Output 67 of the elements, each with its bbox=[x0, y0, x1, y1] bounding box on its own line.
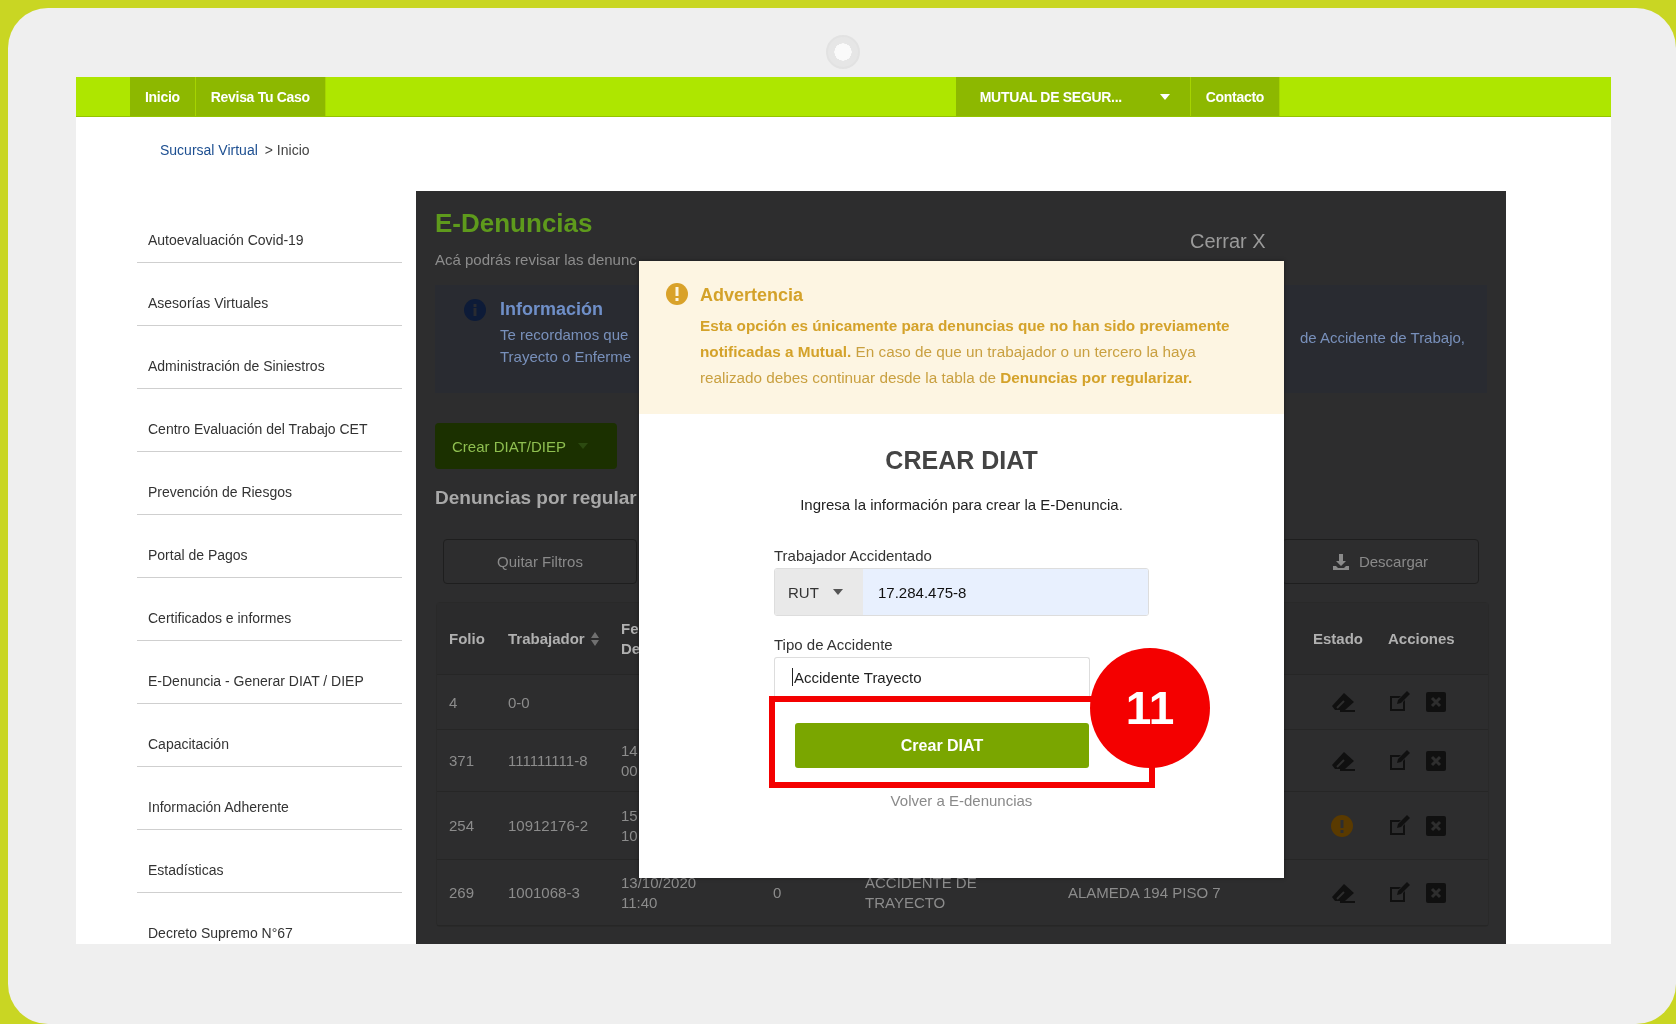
create-dropdown-button[interactable]: Crear DIAT/DIEP bbox=[435, 423, 617, 469]
sidebar-link[interactable]: Prevención de Riesgos bbox=[148, 484, 292, 500]
page-title: E-Denuncias bbox=[435, 207, 594, 239]
sidebar-link[interactable]: Portal de Pagos bbox=[148, 547, 248, 563]
edit-icon[interactable] bbox=[1388, 691, 1412, 713]
info-text: Te recordamos que bbox=[500, 325, 630, 345]
column-header: Trabajador bbox=[508, 628, 585, 649]
sidebar-link[interactable]: E-Denuncia - Generar DIAT / DIEP bbox=[148, 673, 364, 689]
delete-icon[interactable] bbox=[1426, 750, 1446, 771]
info-icon bbox=[464, 299, 486, 321]
table-cell: 254 bbox=[449, 817, 475, 834]
table-cell: 14 00 bbox=[621, 740, 638, 781]
sidebar-link[interactable]: Centro Evaluación del Trabajo CET bbox=[148, 421, 368, 437]
page-description: Acá podrás revisar las denunc bbox=[435, 251, 638, 270]
sidebar-link[interactable]: Información Adherente bbox=[148, 799, 289, 815]
breadcrumb-link[interactable]: Sucursal Virtual bbox=[160, 142, 258, 158]
field-label: Trabajador Accidentado bbox=[774, 547, 933, 564]
warning-title: Advertencia bbox=[700, 284, 805, 307]
sidebar-link[interactable]: Asesorías Virtuales bbox=[148, 295, 269, 311]
sidebar-link[interactable]: Estadísticas bbox=[148, 862, 224, 878]
column-header: Estado bbox=[1313, 628, 1363, 649]
breadcrumb-current: > Inicio bbox=[264, 142, 310, 158]
sidebar-link[interactable]: Administración de Siniestros bbox=[148, 358, 325, 374]
sidebar-link[interactable]: Autoevaluación Covid-19 bbox=[148, 232, 304, 248]
back-link[interactable]: Volver a E-denuncias bbox=[890, 792, 1033, 809]
table-cell: 4 bbox=[449, 693, 458, 711]
info-text: de Accidente de Trabajo, bbox=[1299, 329, 1465, 348]
table-cell: 0-0 bbox=[508, 693, 530, 711]
sidebar-link[interactable]: Capacitación bbox=[148, 736, 229, 752]
sidebar-link[interactable]: Decreto Supremo N°67 bbox=[148, 925, 293, 941]
table-cell: 371 bbox=[449, 752, 475, 769]
warning-icon bbox=[666, 283, 688, 305]
info-text: Trayecto o Enferme bbox=[500, 347, 632, 367]
edit-icon[interactable] bbox=[1388, 814, 1412, 837]
column-header: Acciones bbox=[1388, 628, 1455, 649]
field-label: Tipo de Accidente bbox=[774, 636, 894, 653]
table-cell: ALAMEDA 194 PISO 7 bbox=[1068, 884, 1221, 901]
accident-type-field[interactable]: Accidente Trayecto bbox=[774, 657, 1090, 696]
table-cell: 15 10 bbox=[621, 805, 638, 846]
caret-icon bbox=[1159, 93, 1170, 100]
delete-icon[interactable] bbox=[1426, 815, 1446, 836]
delete-icon[interactable] bbox=[1426, 882, 1446, 903]
column-header: Fe De bbox=[621, 618, 641, 659]
column-header: Folio bbox=[449, 628, 485, 649]
sort-icon[interactable] bbox=[590, 631, 599, 646]
modal-title: CREAR DIAT bbox=[885, 445, 1038, 476]
edit-icon[interactable] bbox=[1388, 749, 1412, 772]
download-icon bbox=[1332, 553, 1349, 570]
table-cell: 10912176-2 bbox=[508, 817, 589, 834]
clear-filters-button[interactable]: Quitar Filtros bbox=[443, 539, 637, 584]
table-cell: ACCIDENTE DE TRAYECTO bbox=[865, 872, 977, 913]
modal-description: Ingresa la información para crear la E-Denuncia. bbox=[800, 496, 1123, 513]
warning-text: Esta opción es únicamente para denuncias que no han sido previamente notificadas a Mutual. En caso de que un trabajador o un tercero la haya realizado debes continuar desde la tabla de Denuncias por regularizar. bbox=[700, 316, 1231, 388]
table-cell: 13/10/2020 11:40 bbox=[621, 872, 697, 913]
table-cell: 0 bbox=[773, 884, 782, 901]
table-cell: 111111111-8 bbox=[508, 752, 588, 769]
close-link[interactable]: Cerrar X bbox=[1190, 230, 1266, 253]
section-title: Denuncias por regular bbox=[435, 487, 637, 510]
info-title: Información bbox=[500, 299, 604, 320]
caret-icon bbox=[577, 443, 588, 449]
edit-icon[interactable] bbox=[1388, 881, 1412, 904]
step-number-badge: 11 bbox=[1090, 648, 1210, 768]
table-cell: 1001068-3 bbox=[508, 884, 580, 901]
camera-icon bbox=[826, 35, 860, 69]
table-cell: 269 bbox=[449, 884, 475, 901]
sidebar-link[interactable]: Certificados e informes bbox=[148, 610, 292, 626]
delete-icon[interactable] bbox=[1426, 692, 1446, 712]
